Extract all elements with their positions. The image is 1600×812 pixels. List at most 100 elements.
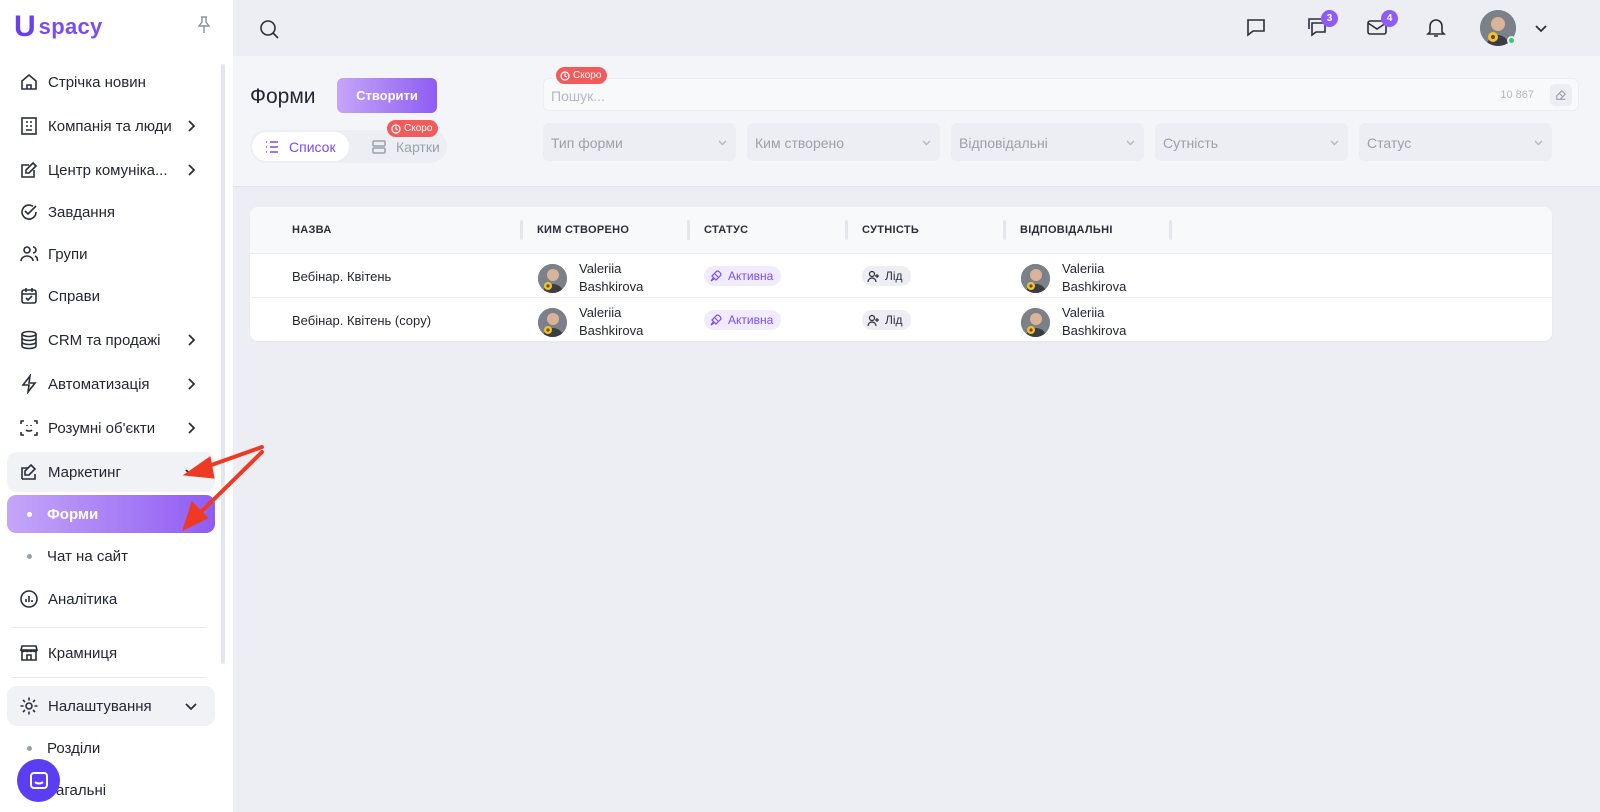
sidebar-item-automation[interactable]: Автоматизація bbox=[7, 364, 215, 404]
user-plus-icon bbox=[867, 270, 879, 282]
table-row[interactable]: Вебінар. Квітень Valeriia Bashkirova Акти… bbox=[250, 254, 1552, 298]
check-circle-icon bbox=[18, 201, 40, 223]
sidebar-item-label: Аналітика bbox=[48, 590, 118, 608]
sidebar-item-groups[interactable]: Групи bbox=[7, 234, 215, 274]
sidebar: U spacy Стрічка новин Компанія та люди Ц… bbox=[0, 0, 233, 812]
sidebar-item-label: Маркетинг bbox=[48, 463, 121, 481]
sidebar-item-activities[interactable]: Справи bbox=[7, 276, 215, 316]
entity-label: Лід bbox=[885, 269, 903, 283]
sidebar-item-communication[interactable]: Центр комуніка... bbox=[7, 150, 215, 190]
column-header-status[interactable]: СТАТУС bbox=[704, 224, 748, 236]
chevron-down-icon[interactable] bbox=[1533, 20, 1549, 36]
sidebar-item-label: Справи bbox=[48, 287, 100, 305]
creator-cell[interactable]: Valeriia Bashkirova bbox=[538, 260, 643, 296]
sidebar-item-label: Налаштування bbox=[48, 697, 152, 715]
filter-status[interactable]: Статус bbox=[1359, 123, 1552, 161]
avatar bbox=[538, 307, 567, 337]
filter-responsible[interactable]: Відповідальні bbox=[951, 123, 1144, 161]
sidebar-item-label: CRM та продажі bbox=[48, 331, 161, 349]
user-first-name: Valeriia bbox=[579, 305, 622, 320]
sidebar-item-marketing[interactable]: Маркетинг bbox=[7, 452, 215, 492]
bullet-icon bbox=[27, 511, 32, 517]
user-last-name: Bashkirova bbox=[579, 279, 644, 294]
sidebar-item-smart-objects[interactable]: Розумні об'єкти bbox=[7, 408, 215, 448]
responsible-cell[interactable]: Valeriia Bashkirova bbox=[1021, 304, 1126, 340]
chevron-right-icon bbox=[183, 376, 199, 392]
search-icon[interactable] bbox=[258, 18, 280, 40]
chat-bubble-icon bbox=[29, 771, 48, 789]
form-name[interactable]: Вебінар. Квітень (copy) bbox=[292, 313, 431, 328]
sidebar-item-settings[interactable]: Налаштування bbox=[7, 686, 215, 726]
column-header-name[interactable]: НАЗВА bbox=[292, 224, 332, 236]
rocket-icon bbox=[710, 270, 722, 282]
entity-badge: Лід bbox=[862, 266, 911, 286]
message-icon[interactable] bbox=[1245, 16, 1269, 40]
calendar-check-icon bbox=[18, 285, 40, 307]
column-resizer[interactable] bbox=[520, 220, 523, 240]
bullet-icon bbox=[27, 745, 32, 751]
edit-note-icon bbox=[18, 159, 40, 181]
responsible-cell[interactable]: Valeriia Bashkirova bbox=[1021, 260, 1126, 296]
column-resizer[interactable] bbox=[687, 220, 690, 240]
sidebar-item-crm[interactable]: CRM та продажі bbox=[7, 320, 215, 360]
column-header-entity[interactable]: СУТНІСТЬ bbox=[862, 224, 919, 236]
chevron-right-icon bbox=[183, 420, 199, 436]
filter-label: Сутність bbox=[1163, 135, 1219, 151]
filter-label: Статус bbox=[1367, 135, 1412, 151]
mail-icon[interactable]: 4 bbox=[1366, 10, 1398, 40]
support-chat-button[interactable] bbox=[17, 759, 60, 802]
soon-label: Скоро bbox=[404, 123, 433, 134]
chevron-down-icon bbox=[183, 464, 199, 480]
chats-icon[interactable]: 3 bbox=[1306, 10, 1338, 40]
scan-face-icon bbox=[18, 417, 40, 439]
sidebar-subitem-forms[interactable]: Форми bbox=[7, 495, 215, 533]
cards-icon bbox=[372, 139, 386, 154]
sidebar-item-news[interactable]: Стрічка новин bbox=[7, 62, 215, 102]
chevron-right-icon bbox=[183, 118, 199, 134]
sidebar-item-label: Центр комуніка... bbox=[48, 161, 168, 179]
bell-icon[interactable] bbox=[1425, 16, 1449, 40]
uspacy-logo[interactable]: U spacy bbox=[14, 12, 103, 42]
list-icon bbox=[266, 140, 278, 153]
creator-cell[interactable]: Valeriia Bashkirova bbox=[538, 304, 643, 340]
sidebar-item-tasks[interactable]: Завдання bbox=[7, 192, 215, 232]
filter-created-by[interactable]: Ким створено bbox=[747, 123, 940, 161]
create-button[interactable]: Створити bbox=[337, 78, 437, 113]
user-first-name: Valeriia bbox=[579, 261, 622, 276]
database-icon bbox=[18, 329, 40, 351]
filter-entity[interactable]: Сутність bbox=[1155, 123, 1348, 161]
sidebar-item-company[interactable]: Компанія та люди bbox=[7, 106, 215, 146]
sidebar-item-label: Автоматизація bbox=[48, 375, 150, 393]
logo-word: spacy bbox=[38, 14, 103, 39]
search-input[interactable]: Пошук... 10 867 bbox=[543, 78, 1579, 111]
table-row[interactable]: Вебінар. Квітень (copy) Valeriia Bashkiro… bbox=[250, 298, 1552, 341]
column-resizer[interactable] bbox=[1169, 220, 1172, 240]
sidebar-item-label: Групи bbox=[48, 245, 88, 263]
sidebar-item-analytics[interactable]: Аналітика bbox=[7, 579, 215, 619]
pin-icon[interactable] bbox=[196, 16, 212, 34]
sidebar-subitem-label: Форми bbox=[47, 505, 99, 523]
filter-label: Ким створено bbox=[755, 135, 845, 151]
table-header: НАЗВА КИМ СТВОРЕНО СТАТУС СУТНІСТЬ ВІДПО… bbox=[250, 207, 1552, 254]
column-resizer[interactable] bbox=[845, 220, 848, 240]
column-resizer[interactable] bbox=[1003, 220, 1006, 240]
sidebar-item-store[interactable]: Крамниця bbox=[7, 633, 215, 673]
online-status-indicator bbox=[1507, 36, 1516, 45]
form-name[interactable]: Вебінар. Квітень bbox=[292, 269, 391, 284]
sidebar-divider bbox=[12, 677, 206, 678]
chevron-right-icon bbox=[183, 162, 199, 178]
eraser-icon[interactable] bbox=[1550, 84, 1572, 106]
sidebar-scrollbar[interactable] bbox=[221, 64, 225, 664]
view-list-button[interactable]: Список bbox=[252, 132, 349, 161]
sidebar-subitem-site-chat[interactable]: Чат на сайт bbox=[7, 537, 215, 575]
filter-label: Відповідальні bbox=[959, 135, 1048, 151]
column-header-created-by[interactable]: КИМ СТВОРЕНО bbox=[537, 224, 629, 236]
sidebar-item-label: Завдання bbox=[48, 203, 115, 221]
column-header-responsible[interactable]: ВІДПОВІДАЛЬНІ bbox=[1020, 224, 1113, 236]
store-icon bbox=[18, 642, 40, 664]
filter-form-type[interactable]: Тип форми bbox=[543, 123, 736, 161]
view-list-label: Список bbox=[289, 138, 336, 155]
sidebar-divider bbox=[12, 627, 206, 628]
megaphone-edit-icon bbox=[18, 461, 40, 483]
sidebar-item-label: Крамниця bbox=[48, 644, 118, 662]
